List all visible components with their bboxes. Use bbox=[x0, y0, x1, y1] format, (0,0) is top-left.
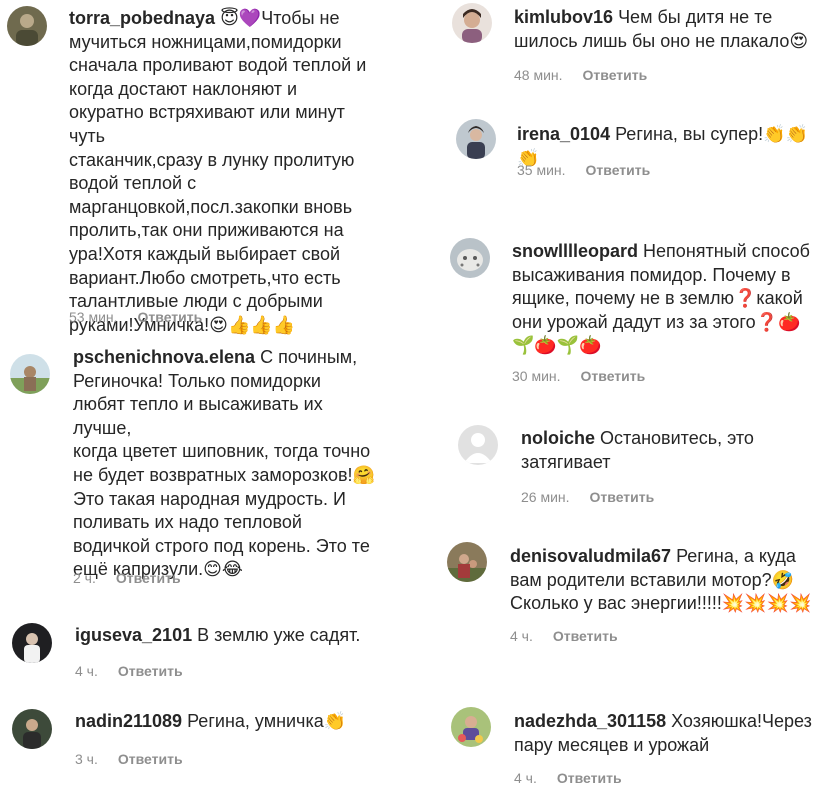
comment-username[interactable]: kimlubov16 bbox=[514, 7, 613, 27]
avatar[interactable] bbox=[12, 623, 52, 663]
reply-button[interactable]: Ответить bbox=[553, 628, 618, 644]
comment-time: 4 ч. bbox=[510, 628, 533, 644]
reply-button[interactable]: Ответить bbox=[583, 67, 648, 83]
comment-username[interactable]: nadin211089 bbox=[75, 711, 182, 731]
comment-time: 3 ч. bbox=[75, 751, 98, 767]
comment-username[interactable]: iguseva_2101 bbox=[75, 625, 192, 645]
avatar[interactable] bbox=[7, 6, 47, 46]
avatar[interactable] bbox=[452, 3, 492, 43]
comment-username[interactable]: torra_pobednaya bbox=[69, 8, 215, 28]
comment-time: 35 мин. bbox=[517, 162, 566, 178]
comment-username[interactable]: irena_0104 bbox=[517, 124, 610, 144]
comment-time: 53 мин. bbox=[69, 309, 118, 325]
comment-text: 😇💜Чтобы не мучиться ножницами,помидорки … bbox=[69, 8, 367, 335]
avatar[interactable] bbox=[451, 707, 491, 747]
comment-time: 26 мин. bbox=[521, 489, 570, 505]
reply-button[interactable]: Ответить bbox=[590, 489, 655, 505]
comment-time: 4 ч. bbox=[514, 770, 537, 786]
comment-text: Регина, умничка👏 bbox=[187, 711, 347, 731]
comment-time: 30 мин. bbox=[512, 368, 561, 384]
comment-username[interactable]: denisovaludmila67 bbox=[510, 546, 671, 566]
comment-text: С починым, Региночка! Только помидорки л… bbox=[73, 347, 375, 580]
avatar[interactable] bbox=[447, 542, 487, 582]
reply-button[interactable]: Ответить bbox=[586, 162, 651, 178]
comment-time: 2 ч. bbox=[73, 570, 96, 586]
avatar[interactable] bbox=[10, 354, 50, 394]
comment-username[interactable]: noloiche bbox=[521, 428, 595, 448]
avatar[interactable] bbox=[12, 709, 52, 749]
avatar[interactable] bbox=[458, 425, 498, 465]
comment-text: В землю уже садят. bbox=[197, 625, 361, 645]
reply-button[interactable]: Ответить bbox=[118, 751, 183, 767]
reply-button[interactable]: Ответить bbox=[557, 770, 622, 786]
comment-username[interactable]: snowlllleopard bbox=[512, 241, 638, 261]
avatar[interactable] bbox=[450, 238, 490, 278]
comment-time: 4 ч. bbox=[75, 663, 98, 679]
avatar[interactable] bbox=[456, 119, 496, 159]
reply-button[interactable]: Ответить bbox=[116, 570, 181, 586]
comment-username[interactable]: nadezhda_301158 bbox=[514, 711, 666, 731]
reply-button[interactable]: Ответить bbox=[138, 309, 203, 325]
reply-button[interactable]: Ответить bbox=[118, 663, 183, 679]
comment-username[interactable]: pschenichnova.elena bbox=[73, 347, 255, 367]
comment-time: 48 мин. bbox=[514, 67, 563, 83]
reply-button[interactable]: Ответить bbox=[581, 368, 646, 384]
